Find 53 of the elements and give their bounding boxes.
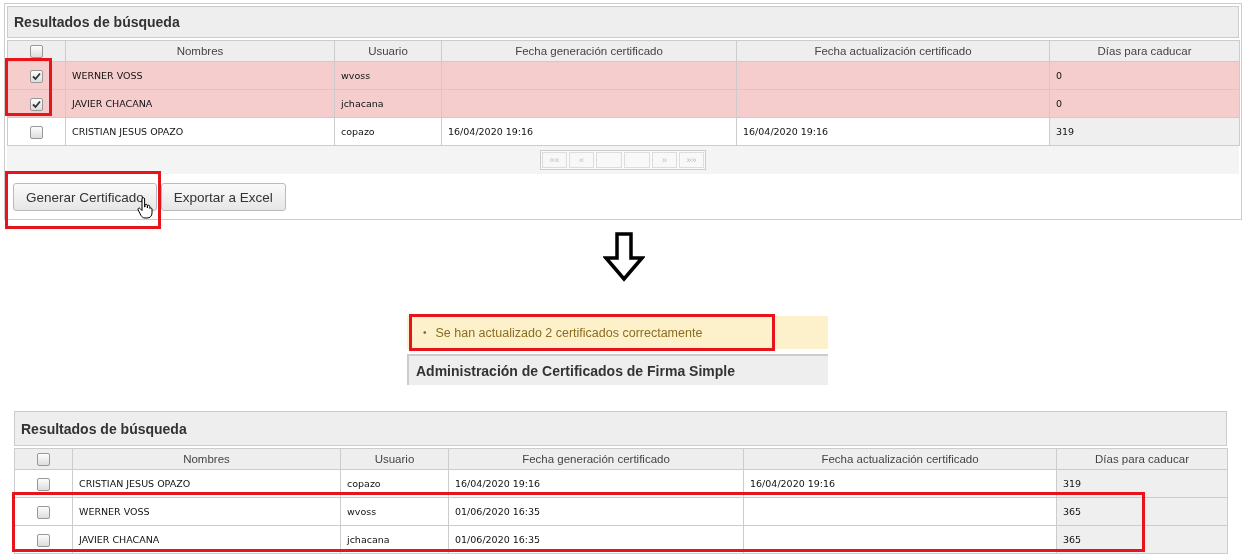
table-cell: 0	[1056, 98, 1063, 109]
column-header[interactable]: Nombres	[65, 40, 335, 62]
checkbox[interactable]	[37, 477, 50, 491]
down-arrow-icon	[603, 232, 645, 282]
panel-title: Resultados de búsqueda	[21, 420, 187, 437]
column-header[interactable]: Fecha generación certificado	[448, 448, 744, 470]
table-cell: wvoss	[341, 70, 371, 81]
table-cell: 0	[1056, 70, 1063, 81]
table-cell: 365	[1063, 534, 1082, 545]
table-cell: 01/06/2020 16:35	[455, 534, 541, 545]
generate-button[interactable]: Generar Certificado	[13, 183, 157, 211]
column-header[interactable]: Días para caducar	[1049, 40, 1240, 62]
panel-title: Resultados de búsqueda	[14, 14, 180, 30]
page-field[interactable]	[624, 152, 650, 168]
table-cell: copazo	[347, 478, 381, 489]
column-header[interactable]: Nombres	[72, 448, 341, 470]
table-cell: 319	[1056, 126, 1075, 137]
column-header[interactable]: Días para caducar	[1056, 448, 1228, 470]
table-cell: 16/04/2020 19:16	[750, 478, 836, 489]
checkbox[interactable]	[30, 125, 43, 139]
table-cell: JAVIER CHACANA	[72, 98, 153, 109]
message-text: Se han actualizado 2 certificados correctamente	[435, 325, 703, 340]
table-cell: 16/04/2020 19:16	[448, 126, 534, 137]
column-header[interactable]: Fecha actualización certificado	[743, 448, 1057, 470]
table-cell: 01/06/2020 16:35	[455, 506, 541, 517]
bullet: •	[423, 327, 427, 338]
table-cell: wvoss	[347, 506, 377, 517]
table-cell: jchacana	[341, 98, 384, 109]
table-cell: 365	[1063, 506, 1082, 517]
table-cell: jchacana	[347, 534, 390, 545]
column-header[interactable]: Fecha actualización certificado	[736, 40, 1050, 62]
checkbox[interactable]	[30, 97, 43, 111]
column-header[interactable]: Usuario	[334, 40, 442, 62]
column-header[interactable]: Usuario	[340, 448, 449, 470]
checkbox[interactable]	[37, 453, 50, 467]
table-cell: 16/04/2020 19:16	[743, 126, 829, 137]
column-header[interactable]: Fecha generación certificado	[441, 40, 737, 62]
table-cell: CRISTIAN JESUS OPAZO	[72, 126, 184, 137]
table-cell: WERNER VOSS	[79, 506, 150, 517]
table-cell: 16/04/2020 19:16	[455, 478, 541, 489]
table-cell: 319	[1063, 478, 1082, 489]
checkbox[interactable]	[37, 533, 50, 547]
checkbox[interactable]	[30, 69, 43, 83]
checkbox[interactable]	[37, 505, 50, 519]
table-cell: WERNER VOSS	[72, 70, 143, 81]
page-field[interactable]	[596, 152, 622, 168]
export-button[interactable]: Exportar a Excel	[160, 183, 286, 211]
checkbox[interactable]	[30, 45, 43, 59]
highlight-frame	[5, 58, 52, 116]
table-cell: copazo	[341, 126, 375, 137]
section-title: Administración de Certificados de Firma Simple	[416, 362, 735, 379]
table-cell: JAVIER CHACANA	[79, 534, 160, 545]
table-cell: CRISTIAN JESUS OPAZO	[79, 478, 191, 489]
